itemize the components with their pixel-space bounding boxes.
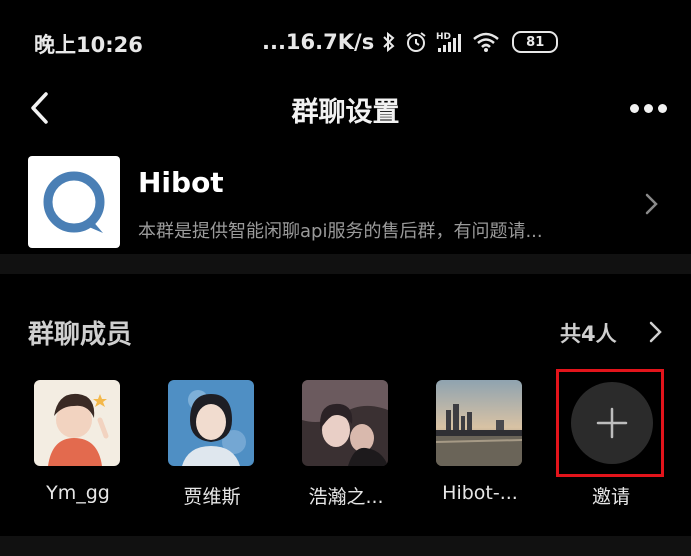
member-name: 贾维斯: [183, 486, 241, 508]
network-speed: ...16.7K/s: [262, 30, 375, 54]
page-title: 群聊设置: [291, 97, 400, 128]
battery-level: 81: [526, 34, 545, 50]
plus-icon: [596, 407, 628, 439]
invite-button[interactable]: [556, 369, 664, 477]
members-header: 群聊成员 共4人: [0, 306, 691, 356]
member-item[interactable]: 浩瀚之...: [286, 380, 406, 510]
members-count: 共4人: [560, 322, 617, 346]
more-dot: [658, 103, 667, 113]
member-name: Ym_gg: [46, 482, 110, 504]
group-info-card[interactable]: Hibot 本群是提供智能闲聊api服务的售后群，有问题请...: [0, 150, 691, 254]
bluetooth-icon: [383, 31, 395, 53]
member-item[interactable]: Ym_gg: [18, 380, 138, 510]
member-avatar-image: [436, 380, 522, 466]
more-dot: [630, 103, 639, 113]
avatar: [302, 380, 388, 466]
members-count-link[interactable]: 共4人: [560, 318, 617, 348]
wifi-icon: [473, 32, 500, 52]
avatar: [436, 380, 522, 466]
status-icons: ...16.7K/s HD 81: [262, 27, 559, 57]
hibot-logo-icon: [43, 171, 105, 233]
invite-circle: [571, 382, 653, 464]
avatar: [168, 380, 254, 466]
alarm-icon: [406, 32, 426, 52]
status-bar: 晚上10:26 ...16.7K/s HD 81: [0, 0, 691, 84]
svg-text:HD: HD: [436, 32, 451, 42]
member-item[interactable]: Hibot-...: [420, 380, 540, 510]
more-button[interactable]: [630, 96, 676, 120]
battery-icon: 81: [512, 31, 559, 53]
chevron-right-icon: [645, 193, 658, 215]
section-divider: [0, 254, 691, 274]
nav-bar: 群聊设置: [0, 84, 691, 134]
member-avatar-image: [34, 380, 120, 466]
member-avatar-image: [302, 380, 388, 466]
more-dot: [644, 103, 653, 113]
group-name: Hibot: [138, 166, 224, 199]
members-title: 群聊成员: [28, 320, 133, 350]
invite-label: 邀请: [591, 486, 630, 508]
status-time: 晚上10:26: [34, 33, 143, 57]
member-name: 浩瀚之...: [308, 486, 384, 508]
member-name: Hibot-...: [442, 482, 518, 504]
chevron-right-icon[interactable]: [648, 320, 664, 344]
hd-signal-icon: HD: [436, 32, 462, 52]
section-divider: [0, 536, 691, 556]
group-avatar: [28, 156, 120, 248]
member-avatar-image: [168, 380, 254, 466]
group-description: 本群是提供智能闲聊api服务的售后群，有问题请...: [138, 221, 543, 242]
avatar: [34, 380, 120, 466]
member-item[interactable]: 贾维斯: [152, 380, 272, 510]
